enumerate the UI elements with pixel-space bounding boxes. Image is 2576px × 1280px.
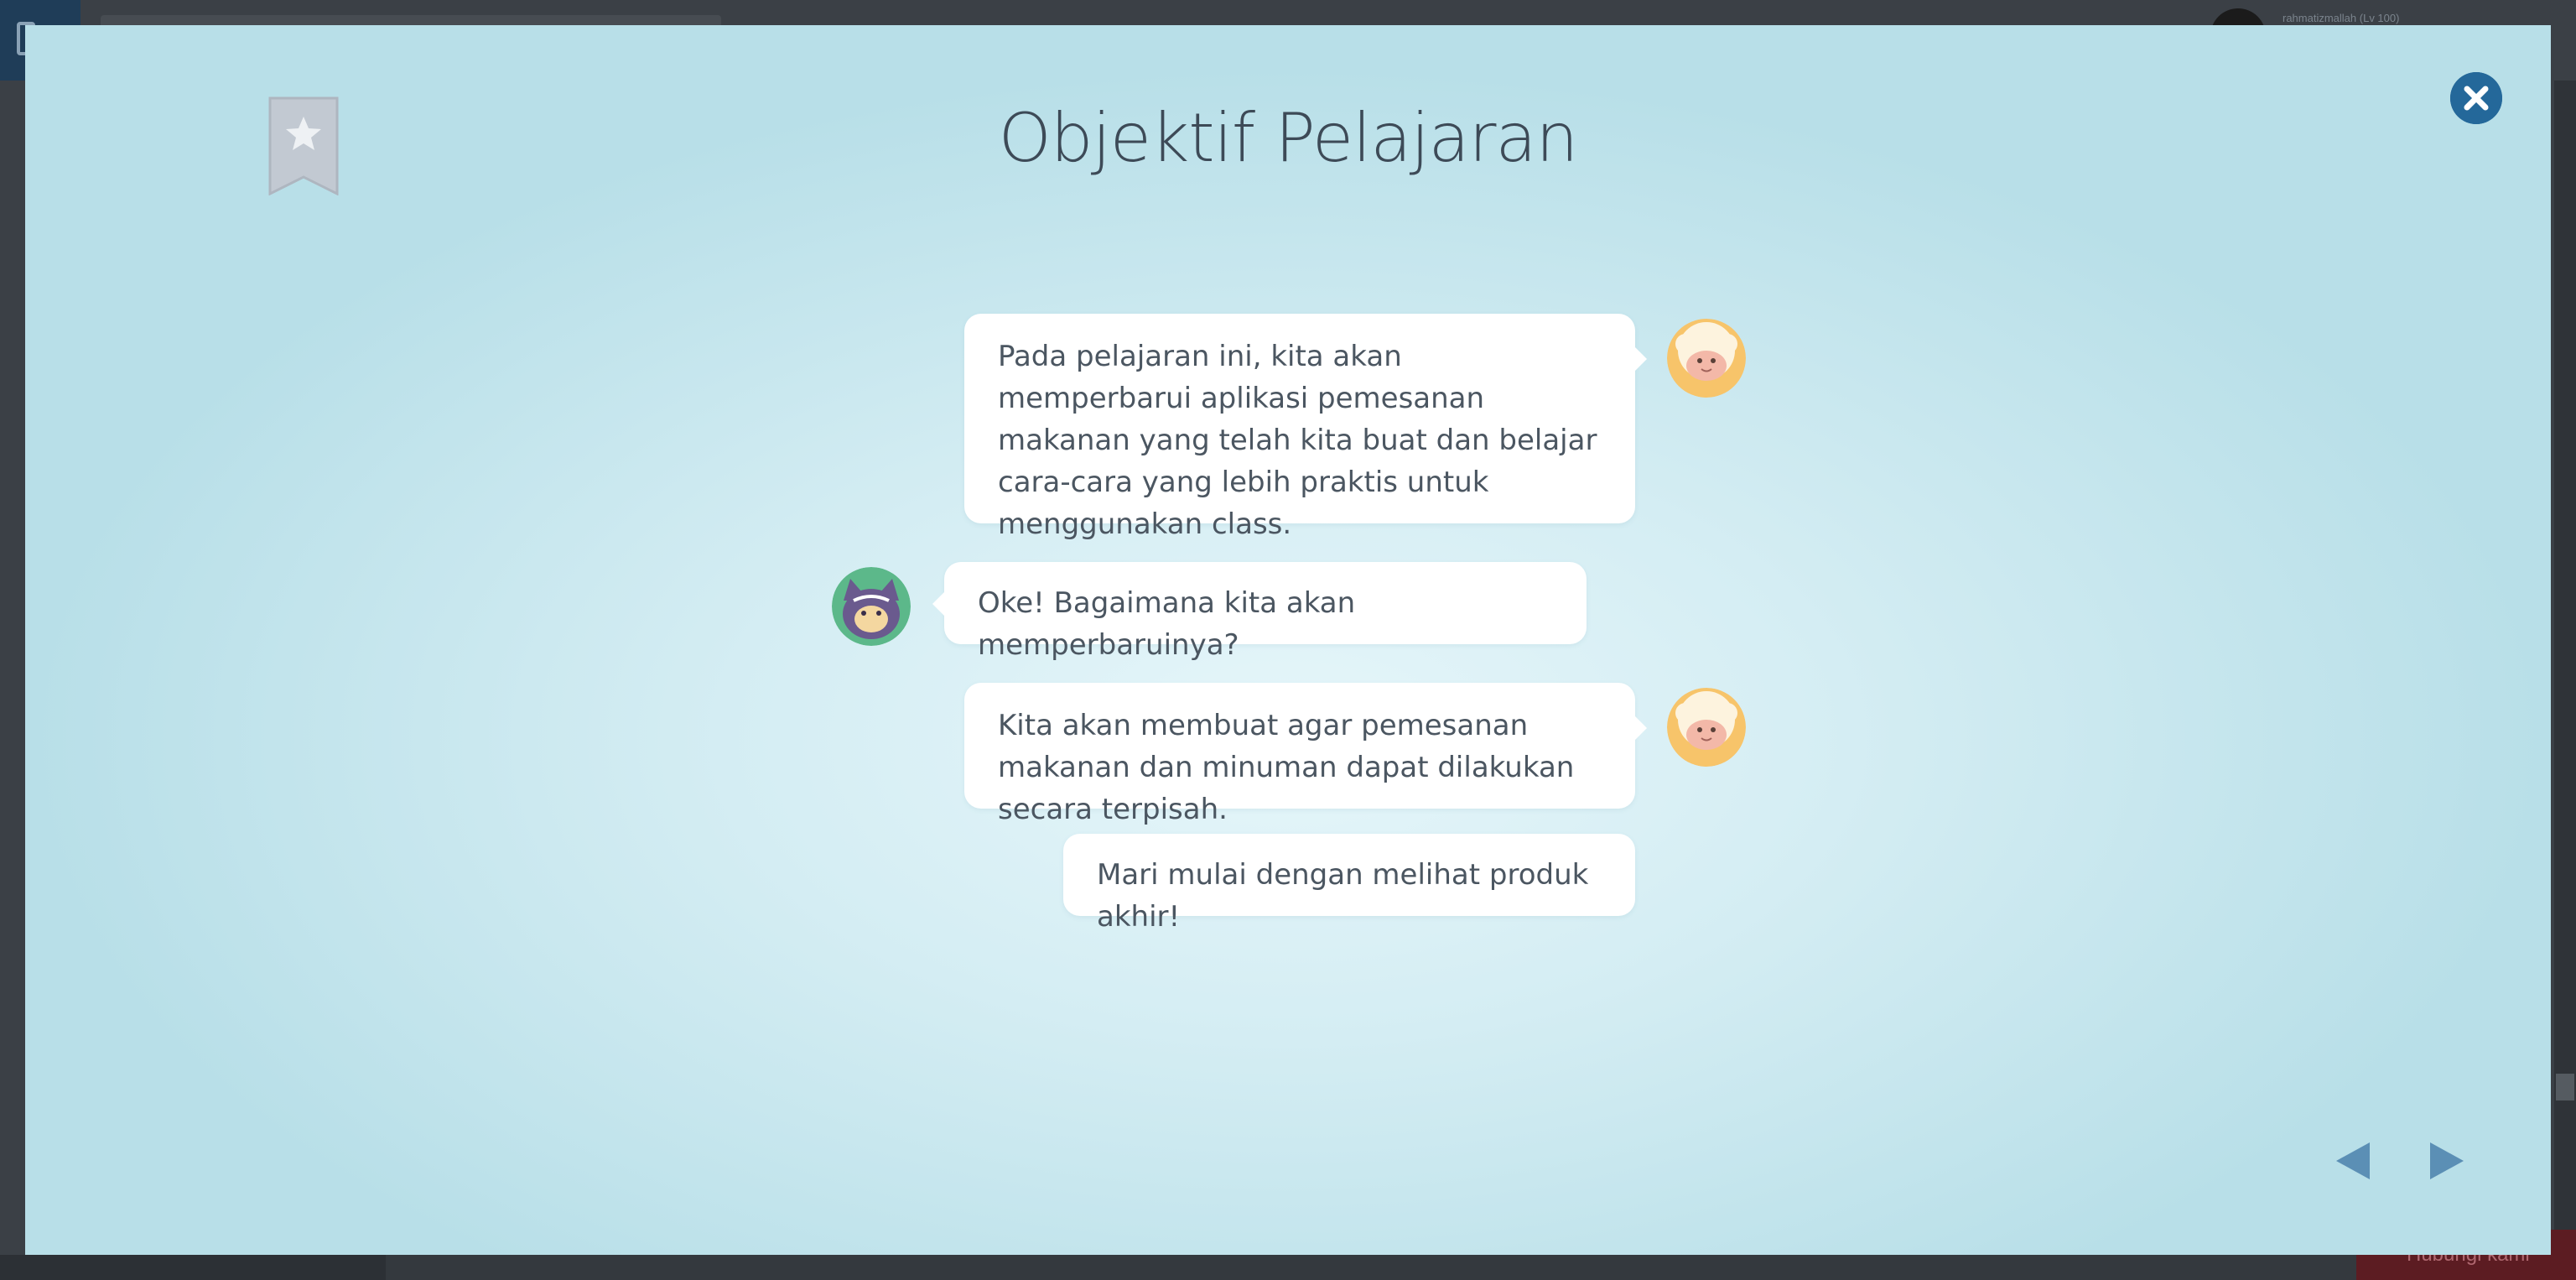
chat-message-text: Oke! Bagaimana kita akan memperbaruinya? [978, 586, 1356, 662]
chat-bubble-sheep-2: Kita akan membuat agar pemesanan makanan… [964, 683, 1647, 826]
chat-bubble-sheep-1: Pada pelajaran ini, kita akan memperbaru… [964, 314, 1647, 541]
chat-message-text: Pada pelajaran ini, kita akan memperbaru… [998, 340, 1597, 541]
background-bottom-left-panel [0, 1255, 386, 1280]
next-slide-button[interactable] [2425, 1136, 2475, 1186]
chat-message-text: Mari mulai dengan melihat produk akhir! [1097, 858, 1589, 934]
close-icon[interactable] [2450, 72, 2502, 124]
sheep-avatar-icon [1667, 319, 1746, 398]
chat-message-text: Kita akan membuat agar pemesanan makanan… [998, 709, 1575, 826]
triangle-right-icon [2430, 1142, 2464, 1179]
background-bottom-bar [0, 1255, 2576, 1280]
background-scrollbar-thumb [2556, 1074, 2574, 1100]
user-name: rahmatizmallah (Lv 100) [2283, 12, 2400, 24]
chat-bubble-ninja-cat: Oke! Bagaimana kita akan memperbaruinya? [932, 562, 1587, 662]
lesson-objective-modal: Objektif Pelajaran Pada pelajaran ini, k… [25, 25, 2551, 1255]
chat-bubble-sheep-3: Mari mulai dengan melihat produk akhir! [1063, 834, 1635, 934]
ninja-cat-avatar-icon [832, 567, 911, 646]
triangle-left-icon [2336, 1142, 2370, 1179]
sheep-avatar-icon [1667, 688, 1746, 767]
previous-slide-button[interactable] [2324, 1136, 2375, 1186]
modal-title: Objektif Pelajaran [998, 99, 1578, 177]
